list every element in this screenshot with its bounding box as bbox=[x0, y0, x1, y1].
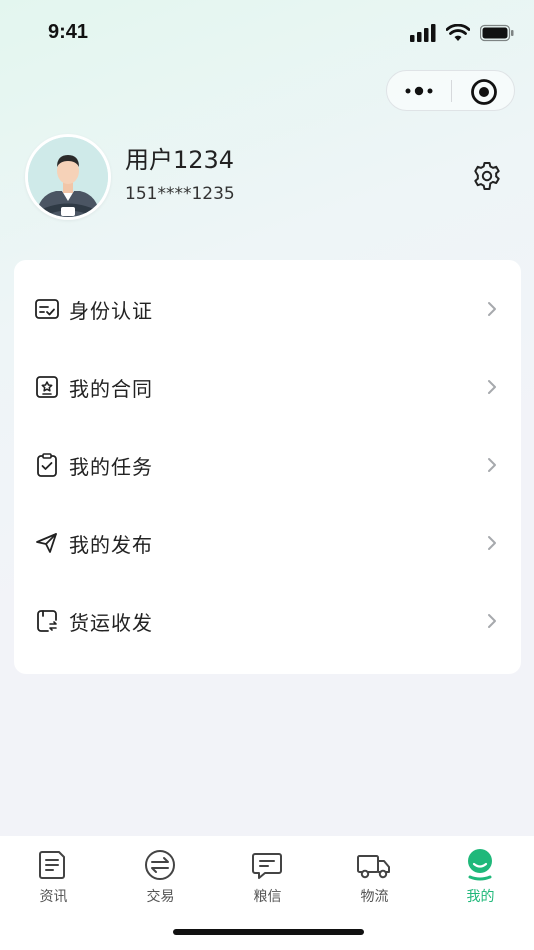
tab-label: 物流 bbox=[360, 889, 389, 905]
freight-icon bbox=[37, 610, 57, 632]
gear-icon[interactable] bbox=[471, 160, 503, 192]
profile-icon bbox=[468, 849, 492, 881]
more-icon[interactable] bbox=[401, 79, 437, 103]
tab-mine[interactable]: 我的 bbox=[427, 836, 534, 916]
home-indicator bbox=[173, 929, 364, 935]
menu-label: 身份认证 bbox=[69, 298, 153, 323]
status-time: 9:41 bbox=[48, 21, 89, 43]
menu-label: 我的任务 bbox=[69, 454, 153, 479]
tab-label: 资讯 bbox=[39, 889, 68, 905]
username: 用户1234 bbox=[125, 146, 235, 174]
news-icon bbox=[39, 851, 65, 879]
driver-avatar-icon bbox=[28, 137, 108, 217]
menu-card: 身份认证 我的合同 我的任务 我的发布 货运收发 bbox=[14, 260, 521, 674]
capsule-divider bbox=[451, 80, 452, 102]
exchange-icon bbox=[145, 850, 175, 880]
wifi-icon bbox=[446, 24, 470, 41]
battery-icon bbox=[480, 24, 514, 42]
id-card-icon bbox=[35, 299, 59, 319]
menu-item-my-tasks[interactable]: 我的任务 bbox=[14, 426, 521, 504]
tab-trade[interactable]: 交易 bbox=[107, 836, 214, 916]
contract-icon bbox=[36, 376, 58, 398]
menu-item-identity-verification[interactable]: 身份认证 bbox=[14, 270, 521, 348]
chevron-right-icon bbox=[488, 536, 496, 550]
task-clipboard-icon bbox=[37, 453, 57, 477]
chevron-right-icon bbox=[488, 302, 496, 316]
tab-grain-message[interactable]: 粮信 bbox=[214, 836, 321, 916]
phone-number: 151****1235 bbox=[125, 184, 235, 204]
menu-label: 我的发布 bbox=[69, 532, 153, 557]
chevron-right-icon bbox=[488, 614, 496, 628]
signal-icon bbox=[410, 24, 436, 42]
menu-item-my-posts[interactable]: 我的发布 bbox=[14, 504, 521, 582]
menu-label: 我的合同 bbox=[69, 376, 153, 401]
menu-item-my-contracts[interactable]: 我的合同 bbox=[14, 348, 521, 426]
chevron-right-icon bbox=[488, 458, 496, 472]
chevron-right-icon bbox=[488, 380, 496, 394]
message-icon bbox=[252, 853, 282, 879]
send-icon bbox=[36, 533, 57, 553]
menu-label: 货运收发 bbox=[69, 610, 153, 635]
truck-icon bbox=[357, 855, 390, 879]
tab-news[interactable]: 资讯 bbox=[0, 836, 107, 916]
status-bar: 9:41 bbox=[0, 0, 534, 66]
profile-header: 用户1234 151****1235 bbox=[25, 134, 515, 220]
menu-item-freight-shipping[interactable]: 货运收发 bbox=[14, 582, 521, 660]
tab-label: 我的 bbox=[466, 889, 495, 905]
status-icons bbox=[410, 24, 514, 42]
avatar[interactable] bbox=[25, 134, 111, 220]
tab-logistics[interactable]: 物流 bbox=[321, 836, 428, 916]
tab-label: 粮信 bbox=[253, 889, 282, 905]
close-target-icon[interactable] bbox=[469, 77, 499, 107]
miniprogram-capsule bbox=[386, 70, 515, 111]
tab-label: 交易 bbox=[146, 889, 175, 905]
